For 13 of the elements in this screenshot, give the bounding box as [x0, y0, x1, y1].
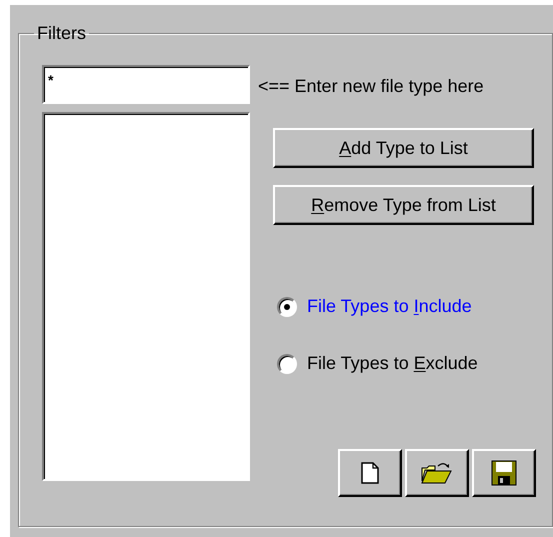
toolbar-button[interactable]: [405, 449, 469, 497]
toolbar-button[interactable]: [472, 449, 536, 497]
filter-mode-radio[interactable]: File Types to Include: [277, 293, 538, 320]
list-action-button[interactable]: Add Type to List: [273, 128, 534, 168]
group-title: Filters: [36, 23, 87, 43]
toolbar-button[interactable]: [338, 449, 402, 497]
file-type-field[interactable]: *: [42, 65, 250, 104]
folder-icon: [421, 461, 453, 485]
field-hint: <== Enter new file type here: [258, 75, 485, 98]
list-action-button[interactable]: Remove Type from List: [273, 185, 534, 225]
blank-page-icon: [361, 462, 379, 484]
file-type-list[interactable]: [42, 112, 250, 481]
filter-mode-radio[interactable]: File Types to Exclude: [277, 350, 538, 377]
